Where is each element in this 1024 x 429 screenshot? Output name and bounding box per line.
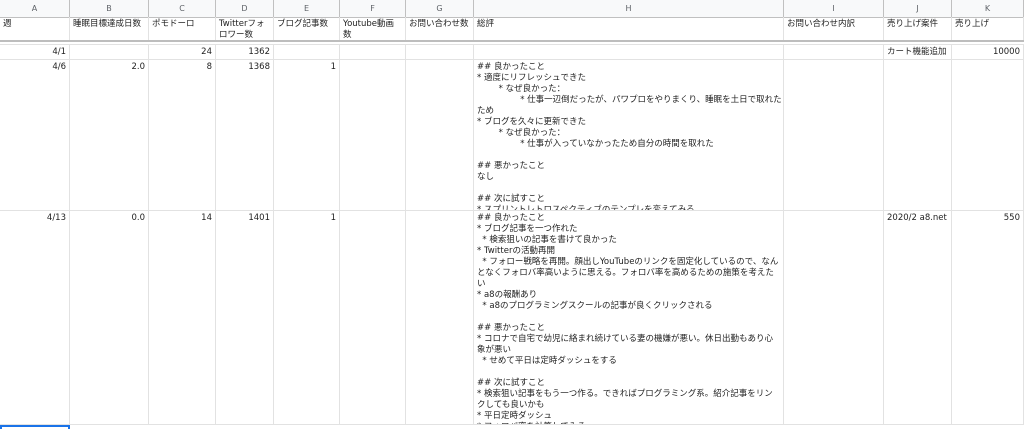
review-line: * 適度にリフレッシュできた — [477, 73, 586, 83]
review-line: * 仕事一辺倒だったが、パワプロをやりまくり、睡眠を土日で取れた — [477, 95, 782, 105]
review-line: * コロナで自宅で幼児に絡まれ続けている妻の機嫌が悪い。休日出勤もあり心 — [477, 334, 773, 344]
col-header-d[interactable]: D — [216, 0, 274, 17]
spreadsheet: A B C D E F G H I J K 週 睡眠目標達成日数 ポモドーロ T… — [0, 0, 1024, 429]
table-row: 4/6 2.0 8 1368 1 ## 良かったこと * 適度にリフレッシュできた… — [0, 60, 1024, 211]
table-row: 4/1 24 1362 カート機能追加 10000 — [0, 45, 1024, 60]
cell-inquiry-detail[interactable] — [784, 45, 884, 59]
cell-sales-case[interactable] — [884, 60, 952, 210]
header-review[interactable]: 総評 — [474, 17, 784, 40]
cell-sales[interactable]: 550 — [952, 211, 1024, 424]
review-line — [477, 183, 780, 194]
cell-week[interactable]: 4/1 — [0, 45, 70, 59]
col-header-f[interactable]: F — [340, 0, 406, 17]
selected-cell[interactable] — [0, 425, 70, 429]
cell-pomodoro[interactable]: 14 — [149, 211, 216, 424]
review-line: * なぜ良かった： — [477, 128, 566, 138]
review-line: * フォロバ率を計算してみる — [477, 422, 780, 424]
cell-review[interactable]: ## 良かったこと * ブログ記事を一つ作れた * 検索狙いの記事を書けて良かった… — [474, 211, 784, 424]
review-line: * 平日定時ダッシュ — [477, 411, 552, 421]
cell-sales[interactable]: 10000 — [952, 45, 1024, 59]
review-line: ため — [477, 106, 495, 116]
review-line: * フォロー戦略を再開。顔出しYouTubeのリンクを固定化しているので、なん — [477, 257, 779, 267]
cell-youtube[interactable] — [340, 211, 406, 424]
col-header-j[interactable]: J — [884, 0, 952, 17]
cell-inquiries[interactable] — [406, 211, 474, 424]
review-line: * 検索狙いの記事を書けて良かった — [477, 235, 617, 245]
review-line: * a8のプログラミングスクールの記事が良くクリックされる — [477, 301, 713, 311]
header-inquiries[interactable]: お問い合わせ数 — [406, 17, 474, 40]
header-twitter[interactable]: Twitterフォロワー数 — [216, 17, 274, 40]
header-sales-case[interactable]: 売り上げ案件 — [884, 17, 952, 40]
col-header-i[interactable]: I — [784, 0, 884, 17]
review-line: * 仕事が入っていなかったため自分の時間を取れた — [477, 139, 714, 149]
cell-inquiry-detail[interactable] — [784, 60, 884, 210]
cell-youtube[interactable] — [340, 45, 406, 59]
cell-sales-case[interactable]: カート機能追加 — [884, 45, 952, 59]
cell-twitter[interactable]: 1401 — [216, 211, 274, 424]
cell-inquiries[interactable] — [406, 45, 474, 59]
cell-blog[interactable] — [274, 45, 340, 59]
cell-sleep-goal[interactable] — [70, 45, 149, 59]
header-sleep-goal[interactable]: 睡眠目標達成日数 — [70, 17, 149, 40]
header-row: 週 睡眠目標達成日数 ポモドーロ Twitterフォロワー数 ブログ記事数 Yo… — [0, 17, 1024, 42]
review-line: * なぜ良かった： — [477, 84, 566, 94]
cell-inquiry-detail[interactable] — [784, 211, 884, 424]
cell-week[interactable]: 4/6 — [0, 60, 70, 210]
review-line: * 検索狙い記事をもう一つ作る。できればプログラミング系。紹介記事をリン — [477, 389, 773, 399]
cell-week[interactable]: 4/13 — [0, 211, 70, 424]
header-youtube[interactable]: Youtube動画数 — [340, 17, 406, 40]
cell-blog[interactable]: 1 — [274, 211, 340, 424]
cell-twitter[interactable]: 1368 — [216, 60, 274, 210]
review-line — [477, 312, 780, 323]
review-line: * せめて平日は定時ダッシュをする — [477, 356, 617, 366]
review-line: い — [477, 279, 486, 289]
cell-pomodoro[interactable]: 24 — [149, 45, 216, 59]
review-line: * ブログを久々に更新できた — [477, 117, 586, 127]
review-line: ## 次に試すこと — [477, 194, 545, 204]
header-blog[interactable]: ブログ記事数 — [274, 17, 340, 40]
review-line: * ブログ記事を一つ作れた — [477, 224, 578, 234]
review-line: ## 次に試すこと — [477, 378, 545, 388]
review-line: ## 良かったこと — [477, 213, 545, 223]
cell-pomodoro[interactable]: 8 — [149, 60, 216, 210]
cell-sleep-goal[interactable]: 2.0 — [70, 60, 149, 210]
review-line: ## 良かったこと — [477, 62, 545, 72]
review-line: なし — [477, 172, 495, 182]
header-pomodoro[interactable]: ポモドーロ — [149, 17, 216, 40]
col-header-g[interactable]: G — [406, 0, 474, 17]
review-line — [477, 150, 780, 161]
header-week[interactable]: 週 — [0, 17, 70, 40]
cell-sleep-goal[interactable]: 0.0 — [70, 211, 149, 424]
review-line: * a8の報酬あり — [477, 290, 538, 300]
review-line: クしても良いかも — [477, 400, 545, 410]
cell-review[interactable] — [474, 45, 784, 59]
col-header-b[interactable]: B — [70, 0, 149, 17]
col-header-c[interactable]: C — [149, 0, 216, 17]
review-line: となくフォロバ率高いように思える。フォロバ率を高めるための施策を考えた — [477, 268, 774, 278]
cell-blog[interactable]: 1 — [274, 60, 340, 210]
review-line: 象が悪い — [477, 345, 512, 355]
review-line — [477, 367, 780, 378]
cell-sales-case[interactable]: 2020/2 a8.net — [884, 211, 952, 424]
cell-youtube[interactable] — [340, 60, 406, 210]
cell-inquiries[interactable] — [406, 60, 474, 210]
table-row: 4/13 0.0 14 1401 1 ## 良かったこと * ブログ記事を一つ作れ… — [0, 211, 1024, 425]
cell-twitter[interactable]: 1362 — [216, 45, 274, 59]
col-header-e[interactable]: E — [274, 0, 340, 17]
review-line: ## 悪かったこと — [477, 161, 545, 171]
col-header-k[interactable]: K — [952, 0, 1024, 17]
review-line: ## 悪かったこと — [477, 323, 545, 333]
review-line: * スプリントレトロスペクティブのテンプレを変えてみる — [477, 205, 695, 210]
header-inquiry-detail[interactable]: お問い合わせ内訳 — [784, 17, 884, 40]
col-header-h[interactable]: H — [474, 0, 784, 17]
header-sales[interactable]: 売り上げ — [952, 17, 1024, 40]
col-header-a[interactable]: A — [0, 0, 70, 17]
review-line: * Twitterの活動再開 — [477, 246, 555, 256]
cell-sales[interactable] — [952, 60, 1024, 210]
column-header-bar: A B C D E F G H I J K — [0, 0, 1024, 18]
cell-review[interactable]: ## 良かったこと * 適度にリフレッシュできた * なぜ良かった： * 仕事一辺… — [474, 60, 784, 210]
